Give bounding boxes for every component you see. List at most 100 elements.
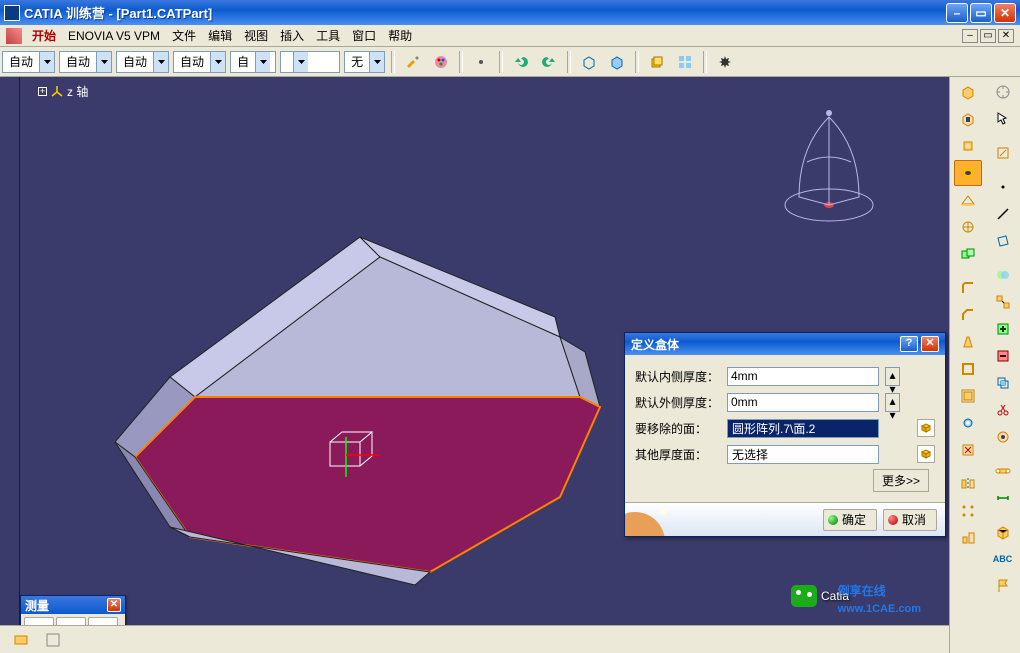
block-icon[interactable] [645,50,669,74]
remove-icon[interactable] [989,343,1017,369]
dot-icon[interactable] [469,50,493,74]
dialog-shell-definition: 定义盒体 ? ✕ 默认内侧厚度： ▴▾ 默认外侧厚度： ▴▾ 要移除的面： 圆形… [624,332,946,537]
part-3d-shape[interactable] [60,197,660,597]
bb-icon-1[interactable] [8,628,34,652]
rib-icon[interactable] [954,187,982,213]
thread-icon[interactable] [954,410,982,436]
label-faces-to-remove: 要移除的面： [635,420,721,437]
menu-insert[interactable]: 插入 [274,27,310,44]
pick-face-button-1[interactable] [917,419,935,437]
workbench-icon[interactable] [989,79,1017,105]
boolean-icon[interactable] [989,262,1017,288]
pocket-icon[interactable] [954,106,982,132]
dialog-header[interactable]: 定义盒体 ? ✕ [625,333,945,355]
star-icon[interactable] [713,50,737,74]
grid-icon[interactable] [673,50,697,74]
combo-6[interactable] [280,51,340,73]
add-icon[interactable] [989,316,1017,342]
chamfer-icon[interactable] [954,302,982,328]
dialog-title: 定义盒体 [631,336,679,353]
stiffener-icon[interactable] [954,214,982,240]
sketch-icon[interactable] [989,140,1017,166]
combo-3[interactable]: 自动 [116,51,169,73]
ok-button[interactable]: 确定 [823,509,877,531]
menu-enovia[interactable]: ENOVIA V5 VPM [62,29,166,43]
flag-note-icon[interactable] [989,573,1017,599]
solid-combine-icon[interactable] [954,241,982,267]
draft-icon[interactable] [954,329,982,355]
tree-node-z-axis[interactable]: + z 轴 [38,83,88,100]
menu-tools[interactable]: 工具 [310,27,346,44]
bb-icon-2[interactable] [40,628,66,652]
menu-view[interactable]: 视图 [238,27,274,44]
right-toolbars: ABC [949,77,1020,653]
line-icon[interactable] [989,201,1017,227]
select-faces-to-remove[interactable]: 圆形阵列.7\面.2 [727,419,879,438]
titlebar: CATIA 训练营 - [Part1.CATPart] – ▭ ✕ [0,0,1020,25]
more-button[interactable]: 更多>> [873,469,929,492]
maximize-button[interactable]: ▭ [970,3,992,23]
palette-close-button[interactable]: ✕ [107,598,121,612]
input-outside-thickness[interactable] [727,393,879,412]
mdi-close-button[interactable]: ✕ [998,29,1014,43]
cancel-button[interactable]: 取消 [883,509,937,531]
plane-icon[interactable] [989,228,1017,254]
compass-icon[interactable] [769,97,889,227]
pad-icon[interactable] [954,79,982,105]
axis-icon [50,85,64,99]
assemble-icon[interactable] [989,289,1017,315]
point-icon[interactable] [989,174,1017,200]
combo-2[interactable]: 自动 [59,51,112,73]
mdi-restore-button[interactable]: ▭ [980,29,996,43]
catia-icon [6,28,22,44]
tree-expand-icon[interactable]: + [38,87,47,96]
menu-start[interactable]: 开始 [26,27,62,44]
menu-edit[interactable]: 编辑 [202,27,238,44]
bottom-toolbar [0,625,949,653]
combo-1[interactable]: 自动 [2,51,55,73]
undo-icon[interactable] [509,50,533,74]
close-button[interactable]: ✕ [994,3,1016,23]
spinner-inside-thickness[interactable]: ▴▾ [885,367,900,386]
menu-file[interactable]: 文件 [166,27,202,44]
scaling-icon[interactable] [954,525,982,551]
box1-icon[interactable] [577,50,601,74]
remove-face-icon[interactable] [954,437,982,463]
box2-icon[interactable] [605,50,629,74]
input-inside-thickness[interactable] [727,367,879,386]
label-outside-thickness: 默认外侧厚度： [635,394,721,411]
constraint-def-icon[interactable] [989,485,1017,511]
combo-7[interactable]: 无 [344,51,385,73]
combo-5[interactable]: 自 [230,51,276,73]
box-feature-icon[interactable] [989,519,1017,545]
dialog-help-button[interactable]: ? [900,336,918,352]
constraint-icon[interactable] [989,458,1017,484]
trim-icon[interactable] [989,397,1017,423]
palette-header[interactable]: 测量 ✕ [21,596,125,614]
combo-4[interactable]: 自动 [173,51,226,73]
dialog-close-button[interactable]: ✕ [921,336,939,352]
select-other-thickness-faces[interactable]: 无选择 [727,445,879,464]
minimize-button[interactable]: – [946,3,968,23]
fillet-icon[interactable] [954,275,982,301]
pick-face-button-2[interactable] [917,445,935,463]
intersect-icon[interactable] [989,370,1017,396]
select-arrow-icon[interactable] [989,106,1017,132]
remove-lump-icon[interactable] [989,424,1017,450]
palette-icon[interactable] [429,50,453,74]
redo-icon[interactable] [537,50,561,74]
mdi-minimize-button[interactable]: – [962,29,978,43]
hole-icon[interactable] [954,160,982,186]
shaft-icon[interactable] [954,133,982,159]
toolbar: 自动 自动 自动 自动 自 无 [0,47,1020,77]
thickness-icon[interactable] [954,383,982,409]
pattern-icon[interactable] [954,498,982,524]
menu-help[interactable]: 帮助 [382,27,418,44]
brush-icon[interactable] [401,50,425,74]
menu-window[interactable]: 窗口 [346,27,382,44]
spinner-outside-thickness[interactable]: ▴▾ [885,393,900,412]
mirror-icon[interactable] [954,471,982,497]
palette-title: 测量 [25,597,49,614]
shell-icon[interactable] [954,356,982,382]
annotation-text-icon[interactable]: ABC [989,546,1017,572]
